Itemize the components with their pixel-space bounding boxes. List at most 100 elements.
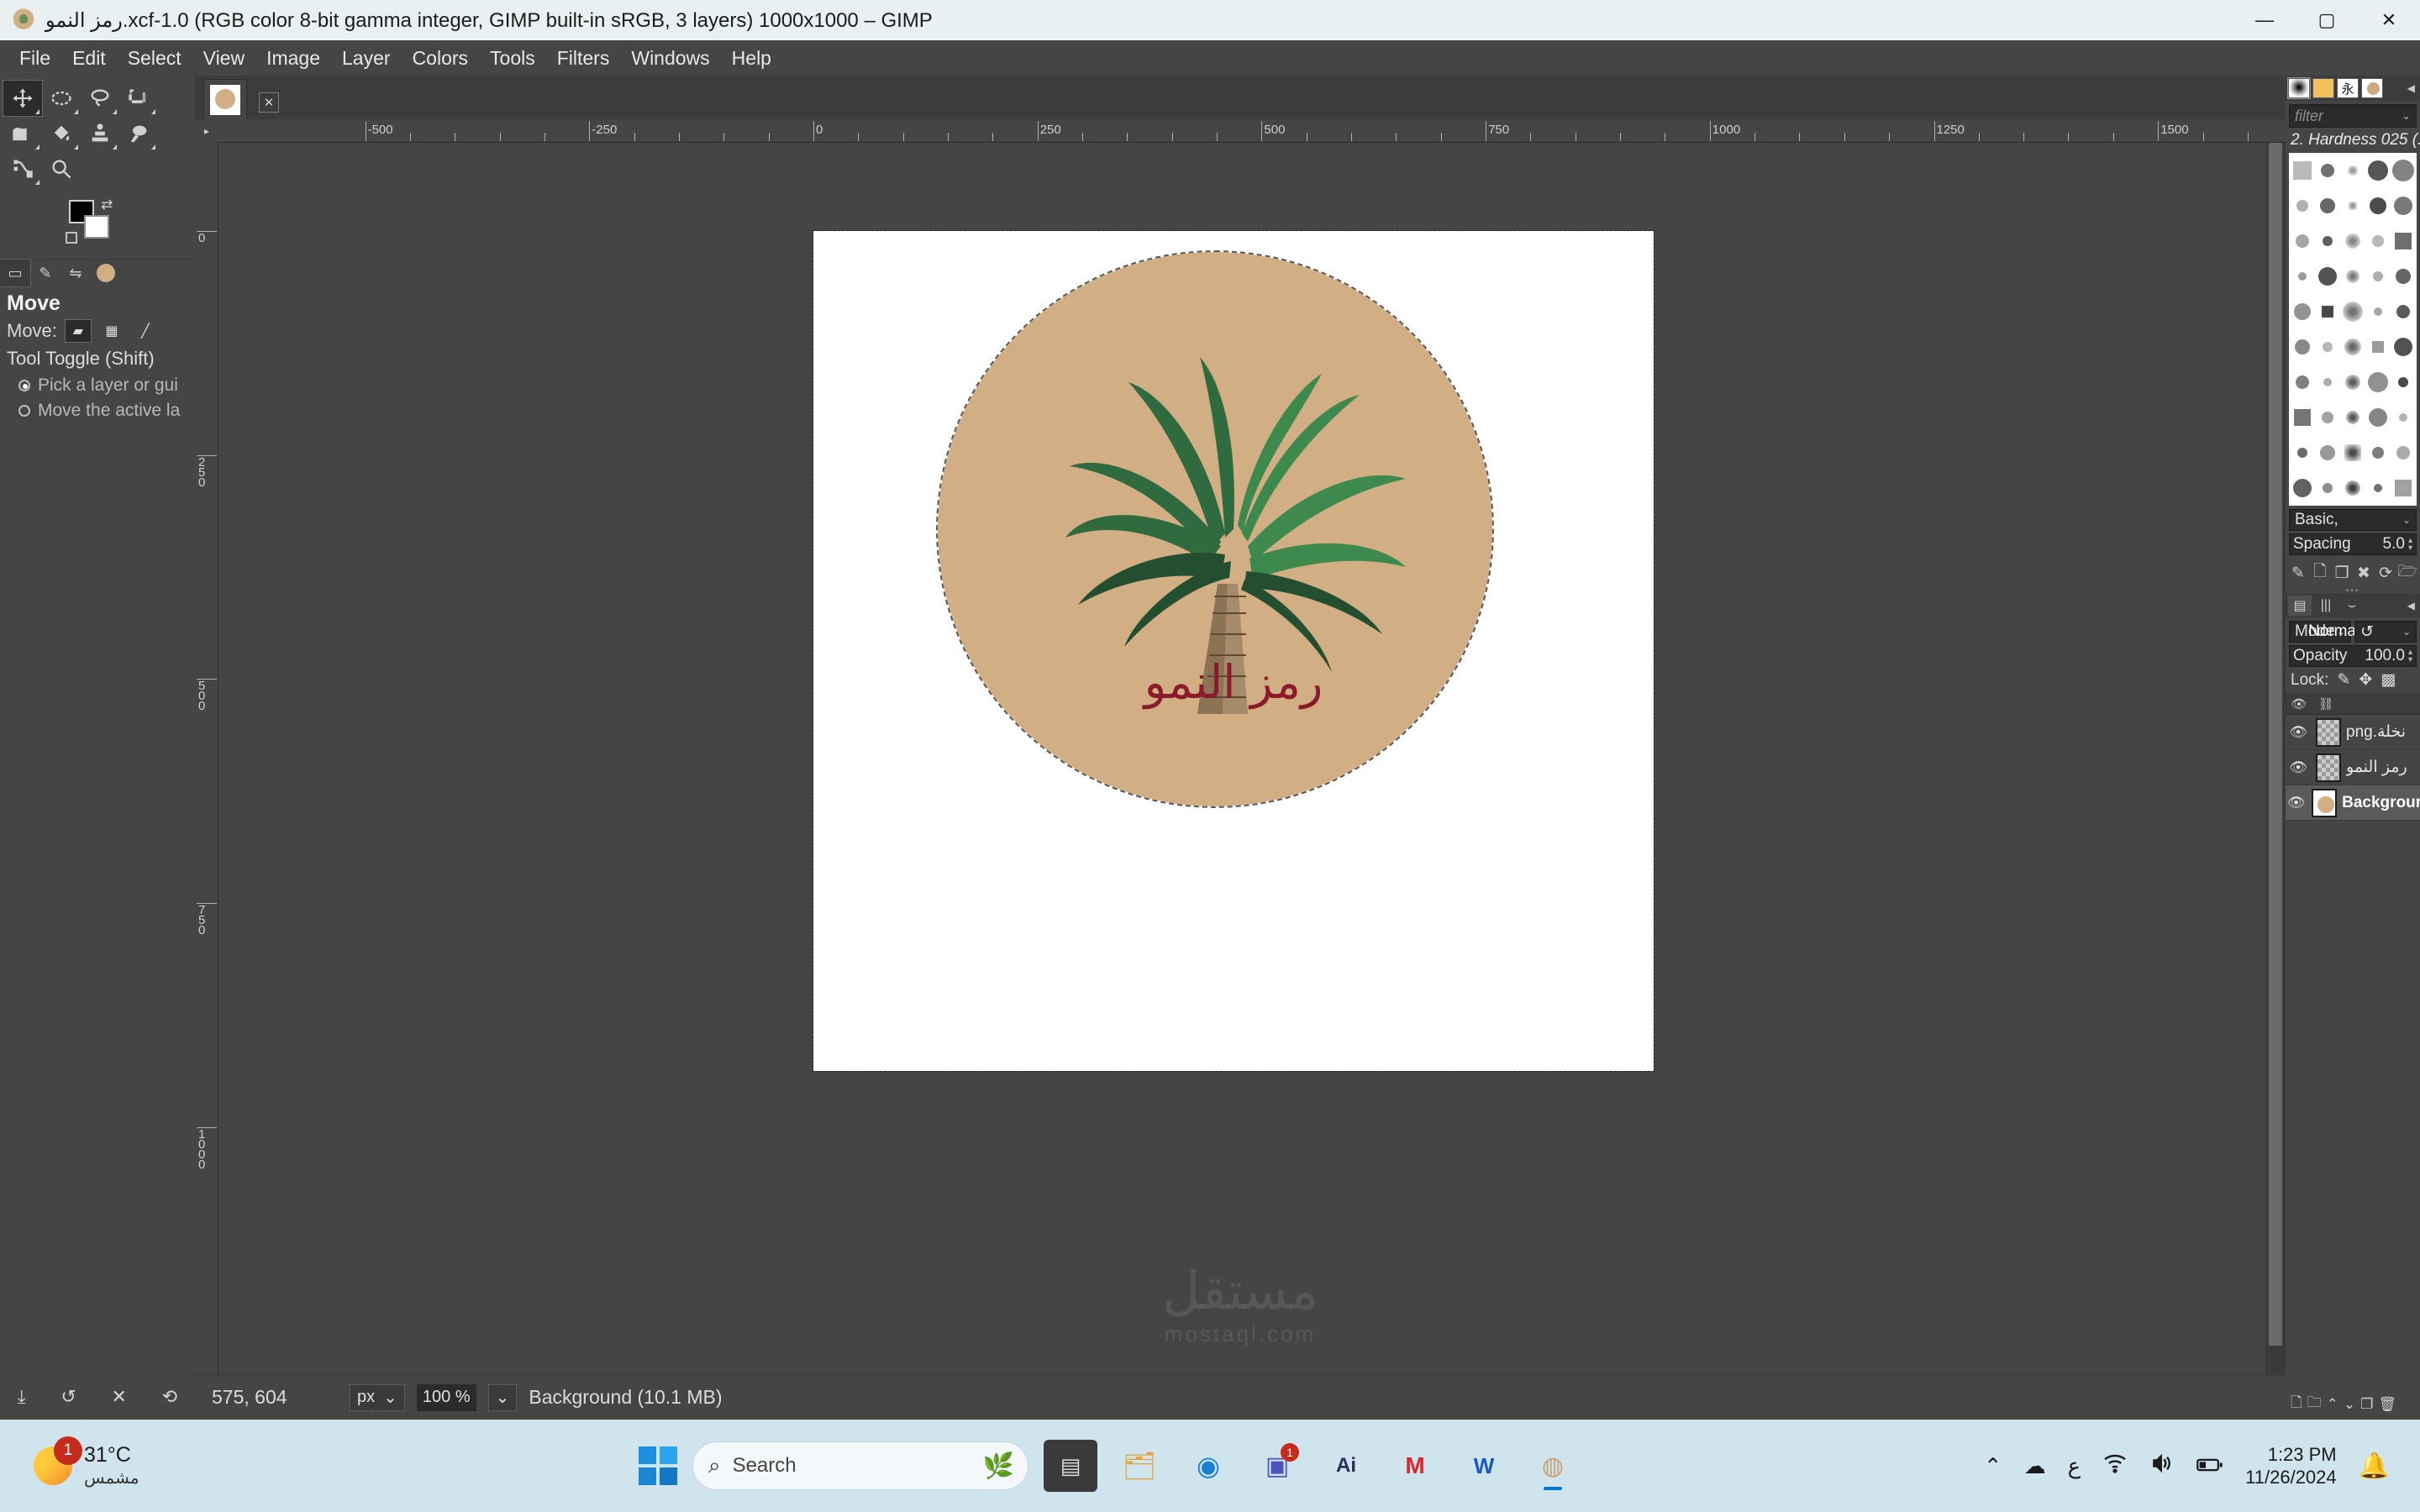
- unit-selector[interactable]: px ⌄: [350, 1383, 405, 1411]
- reset-tool-options-icon[interactable]: ⟲: [162, 1386, 177, 1408]
- brush-cell[interactable]: [2365, 400, 2391, 435]
- brush-cell[interactable]: [2365, 294, 2391, 329]
- images-tab-icon[interactable]: [2361, 78, 2383, 98]
- layer-visibility-icon[interactable]: 👁: [2286, 724, 2311, 741]
- brush-cell[interactable]: [2391, 435, 2416, 470]
- brush-cell[interactable]: [2365, 329, 2391, 365]
- blend-mode-dropdown[interactable]: Mode Normal ⌄: [2289, 621, 2360, 643]
- images-tab[interactable]: [91, 260, 121, 286]
- brush-spacing-spinner[interactable]: Spacing 5.0 ▴ ▾: [2289, 533, 2417, 555]
- zoom-selector[interactable]: ⌄: [487, 1383, 518, 1411]
- move-mode-path-icon[interactable]: ╱: [133, 320, 158, 342]
- raise-layer-icon[interactable]: ⌃: [2327, 1396, 2338, 1413]
- menu-view[interactable]: View: [192, 44, 255, 73]
- restore-tool-preset-icon[interactable]: ↺: [60, 1386, 76, 1408]
- layer-visibility-icon[interactable]: 👁: [2286, 795, 2307, 811]
- brush-cell[interactable]: [2340, 259, 2365, 294]
- brush-cell[interactable]: [2290, 470, 2315, 505]
- brush-group-dropdown[interactable]: Basic, ⌄: [2289, 509, 2417, 531]
- weather-widget[interactable]: 1 31°C مشمس: [0, 1436, 639, 1488]
- brush-cell[interactable]: [2290, 154, 2315, 188]
- menu-edit[interactable]: Edit: [61, 44, 117, 73]
- duplicate-brush-icon[interactable]: ❐: [2333, 564, 2351, 582]
- brush-cell[interactable]: [2365, 435, 2391, 470]
- minimize-button[interactable]: —: [2233, 0, 2296, 40]
- brush-cell[interactable]: [2365, 223, 2391, 259]
- background-color-swatch[interactable]: [84, 215, 109, 239]
- smudge-tool[interactable]: [119, 116, 158, 151]
- brush-cell[interactable]: [2290, 259, 2315, 294]
- battery-icon[interactable]: [2196, 1453, 2223, 1479]
- new-brush-icon[interactable]: 🗋: [2311, 563, 2329, 582]
- taskbar-app-gimp[interactable]: ◍: [1526, 1440, 1580, 1492]
- brush-cell[interactable]: [2391, 329, 2416, 365]
- channels-tab-icon[interactable]: |||: [2314, 596, 2338, 616]
- reset-colors-icon[interactable]: [66, 232, 77, 244]
- image-tab-thumbnail[interactable]: [203, 79, 247, 119]
- maximize-button[interactable]: ▢: [2296, 0, 2358, 40]
- menu-image[interactable]: Image: [255, 44, 331, 73]
- brush-grid[interactable]: [2289, 153, 2417, 506]
- delete-tool-preset-icon[interactable]: ✕: [112, 1386, 127, 1408]
- dock-separator[interactable]: •••: [2286, 586, 2420, 596]
- lock-pixels-icon[interactable]: ✎: [2337, 670, 2350, 690]
- brush-cell[interactable]: [2290, 400, 2315, 435]
- layer-visibility-icon[interactable]: 👁: [2286, 759, 2311, 776]
- vertical-scrollbar[interactable]: [2265, 143, 2286, 1396]
- patterns-tab-icon[interactable]: [2312, 78, 2334, 98]
- layers-tab-icon[interactable]: ▤: [2288, 596, 2312, 616]
- brush-cell[interactable]: [2365, 188, 2391, 223]
- brush-cell[interactable]: [2315, 154, 2340, 188]
- clone-tool[interactable]: [81, 116, 119, 151]
- brush-cell[interactable]: [2391, 259, 2416, 294]
- taskbar-app-illustrator[interactable]: Ai: [1319, 1440, 1373, 1492]
- brush-cell[interactable]: [2340, 435, 2365, 470]
- tool-options-tab[interactable]: ▭: [0, 259, 31, 287]
- brush-cell[interactable]: [2391, 188, 2416, 223]
- notifications-bell-icon[interactable]: 🔔: [2359, 1452, 2390, 1481]
- wifi-icon[interactable]: [2102, 1453, 2128, 1479]
- menu-layer[interactable]: Layer: [331, 44, 402, 73]
- taskbar-app-task-view[interactable]: ▤: [1044, 1440, 1097, 1492]
- brush-cell[interactable]: [2315, 259, 2340, 294]
- brush-cell[interactable]: [2315, 294, 2340, 329]
- brush-cell[interactable]: [2340, 470, 2365, 505]
- brush-filter-input[interactable]: filter ⌄: [2289, 104, 2417, 128]
- brush-cell[interactable]: [2340, 154, 2365, 188]
- brush-cell[interactable]: [2340, 223, 2365, 259]
- brush-cell[interactable]: [2315, 188, 2340, 223]
- move-tool[interactable]: [3, 80, 43, 117]
- horizontal-ruler[interactable]: -500 -250 0 250 500 750 1000 1250 1500: [218, 119, 2286, 143]
- brush-cell[interactable]: [2340, 329, 2365, 365]
- menu-help[interactable]: Help: [721, 44, 782, 73]
- taskbar-clock[interactable]: 1:23 PM 11/26/2024: [2245, 1443, 2336, 1489]
- brush-cell[interactable]: [2315, 365, 2340, 400]
- volume-icon[interactable]: [2149, 1453, 2175, 1479]
- brush-cell[interactable]: [2315, 329, 2340, 365]
- bucket-fill-tool[interactable]: [42, 116, 81, 151]
- taskbar-app-teams[interactable]: ▣ 1: [1250, 1440, 1304, 1492]
- free-select-tool[interactable]: [42, 81, 81, 116]
- table-row[interactable]: 👁 نخلة.png: [2286, 715, 2420, 750]
- chevron-down-icon[interactable]: ⌄: [2402, 109, 2411, 123]
- brush-cell[interactable]: [2290, 294, 2315, 329]
- brush-cell[interactable]: [2391, 365, 2416, 400]
- brush-cell[interactable]: [2340, 365, 2365, 400]
- lasso-select-tool[interactable]: [81, 81, 119, 116]
- taskbar-app-edge[interactable]: ◉: [1181, 1440, 1235, 1492]
- menu-file[interactable]: File: [8, 44, 61, 73]
- search-input[interactable]: ⌕ Search 🌿: [692, 1441, 1028, 1490]
- dock-menu-icon[interactable]: ◀: [2407, 82, 2417, 94]
- save-tool-preset-icon[interactable]: ⤓: [18, 1386, 26, 1408]
- lock-alpha-icon[interactable]: ▩: [2381, 670, 2396, 690]
- new-layer-icon[interactable]: 🗋: [2291, 1392, 2302, 1416]
- move-mode-selection-icon[interactable]: ▦: [99, 320, 124, 342]
- taskbar-app-mega[interactable]: M: [1388, 1440, 1442, 1492]
- fonts-tab-icon[interactable]: 永: [2337, 78, 2359, 98]
- lower-layer-icon[interactable]: ⌄: [2344, 1396, 2355, 1413]
- table-row[interactable]: 👁 رمز النمو: [2286, 750, 2420, 785]
- brush-cell[interactable]: [2290, 365, 2315, 400]
- open-brush-folder-icon[interactable]: 🗁: [2397, 563, 2417, 582]
- radio-move-active-layer[interactable]: Move the active la: [0, 398, 195, 423]
- vertical-ruler[interactable]: 0 250 500 750 1000: [195, 143, 218, 1396]
